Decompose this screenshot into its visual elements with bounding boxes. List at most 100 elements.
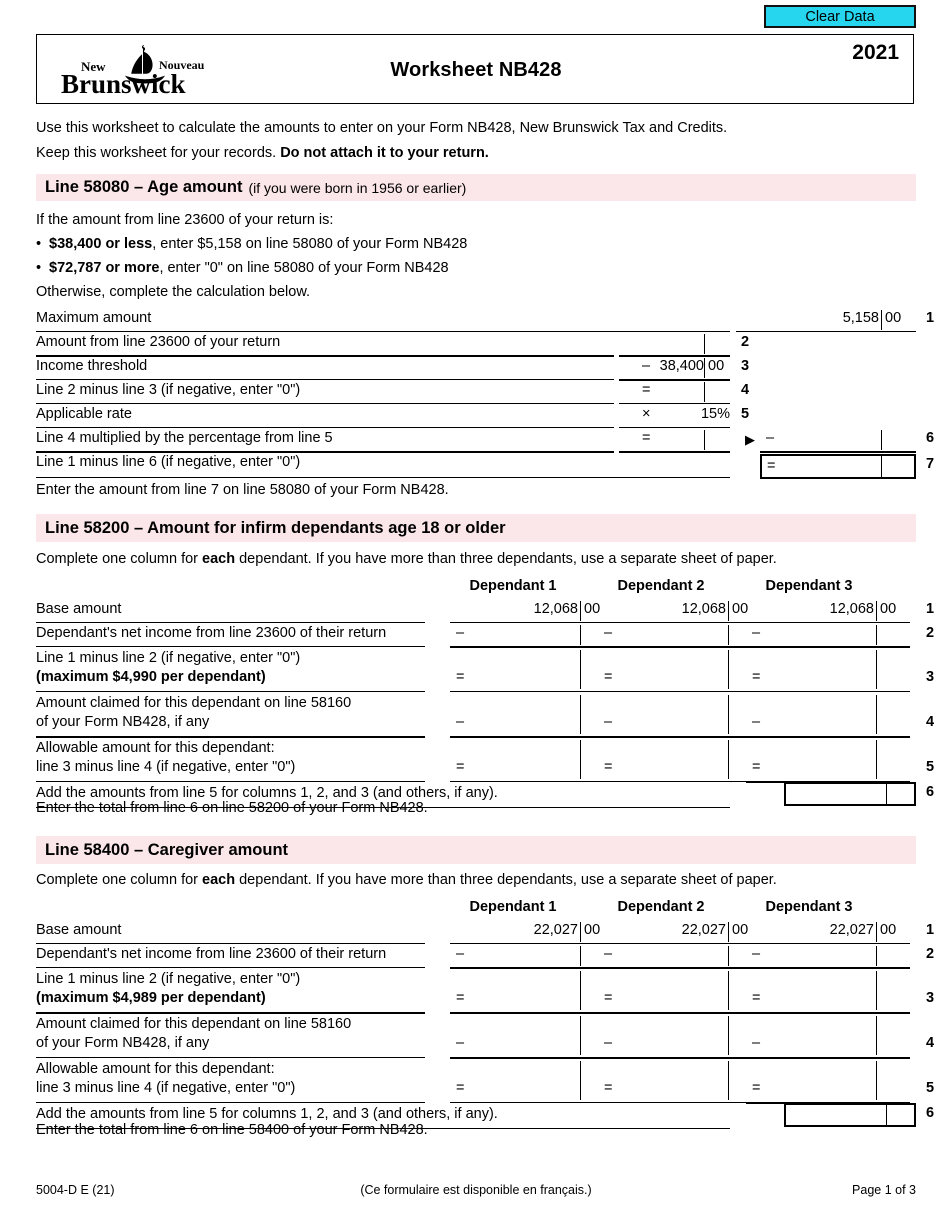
infirm-col-header-1: Dependant 1 (469, 578, 557, 594)
caregiver-instruction-b: each (202, 872, 236, 888)
caregiver-row-4-col2-divider (728, 1016, 729, 1055)
infirm-row-5-col3-divider (876, 740, 877, 779)
caregiver-instruction: Complete one column for each dependant. … (36, 872, 777, 888)
infirm-row-1-col2-dollars: 12,068 (681, 601, 726, 617)
caregiver-row-1-label-rule (36, 943, 425, 944)
caregiver-row-5-col3-operator: = (752, 1080, 761, 1096)
caregiver-row-5-col1-rule[interactable] (450, 1102, 614, 1103)
calc-row-6-amount-rule (619, 451, 730, 453)
caregiver-total-box[interactable] (784, 1103, 916, 1127)
caregiver-row-5-col1-operator: = (456, 1080, 465, 1096)
infirm-row-2-col2-rule[interactable] (598, 646, 762, 648)
caregiver-row-1-col3-rule (746, 943, 910, 944)
calc-row-1-number: 1 (926, 310, 935, 326)
infirm-row-2-col2-operator: – (604, 625, 613, 641)
caregiver-row-3-col3-divider (876, 971, 877, 1010)
calc-row-1-label: Maximum amount (36, 310, 152, 326)
infirm-row-5-col2-operator: = (604, 759, 613, 775)
infirm-row-1-col1-dollars: 12,068 (533, 601, 578, 617)
calc-row-3-dollars: 38,400 (659, 358, 704, 374)
caregiver-row-1-col2-dollars: 22,027 (681, 922, 726, 938)
infirm-row-4-col1-rule[interactable] (450, 736, 614, 738)
calc-row-5-rate: 15% (700, 406, 730, 422)
infirm-row-4-col1-operator: – (456, 714, 465, 730)
caregiver-total-label: Add the amounts from line 5 for columns … (36, 1106, 498, 1122)
infirm-row-2-col1-operator: – (456, 625, 465, 641)
caregiver-row-3-col1-rule[interactable] (450, 1012, 614, 1014)
infirm-row-3-col2-divider (728, 650, 729, 689)
age-bullet-1: • $38,400 or less, enter $5,158 on line 5… (36, 236, 468, 252)
infirm-row-3-number: 3 (926, 669, 935, 685)
caregiver-row-3-col3-rule[interactable] (746, 1012, 910, 1014)
caregiver-instruction-a: Complete one column for (36, 872, 203, 888)
infirm-row-2-col1-rule[interactable] (450, 646, 614, 648)
infirm-total-number: 6 (926, 784, 935, 800)
calc-row-3-number: 3 (741, 358, 750, 374)
infirm-instruction-c: dependant. If you have more than three d… (235, 551, 777, 567)
infirm-row-4-label-1: Amount claimed for this dependant on lin… (36, 695, 352, 711)
caregiver-row-4-col1-rule[interactable] (450, 1057, 614, 1059)
infirm-row-3-col1-rule[interactable] (450, 691, 614, 692)
intro-line-2-b: Do not attach it to your return. (280, 145, 489, 161)
infirm-row-5-col1-rule[interactable] (450, 781, 614, 782)
calc-row-1-cents[interactable]: 00 (885, 310, 913, 326)
caregiver-row-4-col2-rule[interactable] (598, 1057, 762, 1059)
caregiver-col-header-2: Dependant 2 (617, 899, 705, 915)
infirm-row-2-col2-divider (728, 625, 729, 645)
caregiver-total-divider (886, 1105, 887, 1125)
new-brunswick-logo: New Nouveau Brunswick (59, 43, 227, 99)
caregiver-row-4-label-rule (36, 1057, 425, 1058)
caregiver-row-1-col3-divider (876, 922, 877, 942)
infirm-row-3-col3-operator: = (752, 669, 761, 685)
caregiver-row-2-label: Dependant's net income from line 23600 o… (36, 946, 387, 962)
infirm-row-3-col3-rule[interactable] (746, 691, 910, 692)
intro-text: Use this worksheet to calculate the amou… (36, 120, 916, 170)
infirm-row-5-col2-rule[interactable] (598, 781, 762, 782)
calc-row-4-divider (704, 382, 705, 402)
calc-row-6-rule (36, 451, 614, 453)
intro-line-2-a: Keep this worksheet for your records. (36, 145, 281, 161)
caregiver-row-4-col3-divider (876, 1016, 877, 1055)
infirm-row-4-col3-divider (876, 695, 877, 734)
caregiver-row-5-label-1: Allowable amount for this dependant: (36, 1061, 275, 1077)
infirm-row-5-col1-operator: = (456, 759, 465, 775)
calc-row-6-number: 6 (926, 430, 935, 446)
infirm-row-2-col3-rule[interactable] (746, 646, 910, 648)
caregiver-row-2-col1-rule[interactable] (450, 967, 614, 969)
caregiver-row-4-col2-operator: – (604, 1035, 613, 1051)
calc-row-4-operator: = (642, 382, 651, 398)
caregiver-row-2-col2-rule[interactable] (598, 967, 762, 969)
calc-row-2-number: 2 (741, 334, 750, 350)
infirm-row-4-col1-divider (580, 695, 581, 734)
caregiver-col-header-3: Dependant 3 (765, 899, 853, 915)
calc-row-3-label: Income threshold (36, 358, 148, 374)
infirm-total-divider (886, 784, 887, 804)
caregiver-row-3-col2-operator: = (604, 990, 613, 1006)
infirm-row-4-label-rule (36, 736, 425, 738)
calc-row-1-dollars[interactable]: 5,158 (736, 310, 879, 326)
infirm-row-3-col3-divider (876, 650, 877, 689)
caregiver-row-2-col1-operator: – (456, 946, 465, 962)
infirm-row-3-col2-operator: = (604, 669, 613, 685)
age-intro: If the amount from line 23600 of your re… (36, 212, 334, 228)
calc-row-7-result-box[interactable]: = (760, 454, 916, 479)
clear-data-button[interactable]: Clear Data (764, 5, 916, 28)
infirm-row-4-col2-rule[interactable] (598, 736, 762, 738)
infirm-row-1-col3-cents: 00 (880, 601, 897, 617)
calc-row-7-label: Line 1 minus line 6 (if negative, enter … (36, 454, 301, 470)
calc-row-6-right-operator: – (766, 430, 775, 446)
infirm-total-box[interactable] (784, 782, 916, 806)
infirm-instruction: Complete one column for each dependant. … (36, 551, 777, 567)
infirm-row-2-label-rule (36, 646, 425, 647)
caregiver-row-4-col3-rule[interactable] (746, 1057, 910, 1059)
infirm-row-1-number: 1 (926, 601, 935, 617)
infirm-row-3-col2-rule[interactable] (598, 691, 762, 692)
caregiver-row-2-col3-rule[interactable] (746, 967, 910, 969)
calc-row-7-number: 7 (926, 456, 935, 472)
caregiver-row-4-label-2: of your Form NB428, if any (36, 1035, 210, 1051)
section-title-caregiver: Line 58400 – Caregiver amount (45, 840, 289, 859)
infirm-row-4-col3-rule[interactable] (746, 736, 910, 738)
caregiver-row-3-col2-rule[interactable] (598, 1012, 762, 1014)
caregiver-row-5-col2-rule[interactable] (598, 1102, 762, 1103)
infirm-row-2-col3-operator: – (752, 625, 761, 641)
